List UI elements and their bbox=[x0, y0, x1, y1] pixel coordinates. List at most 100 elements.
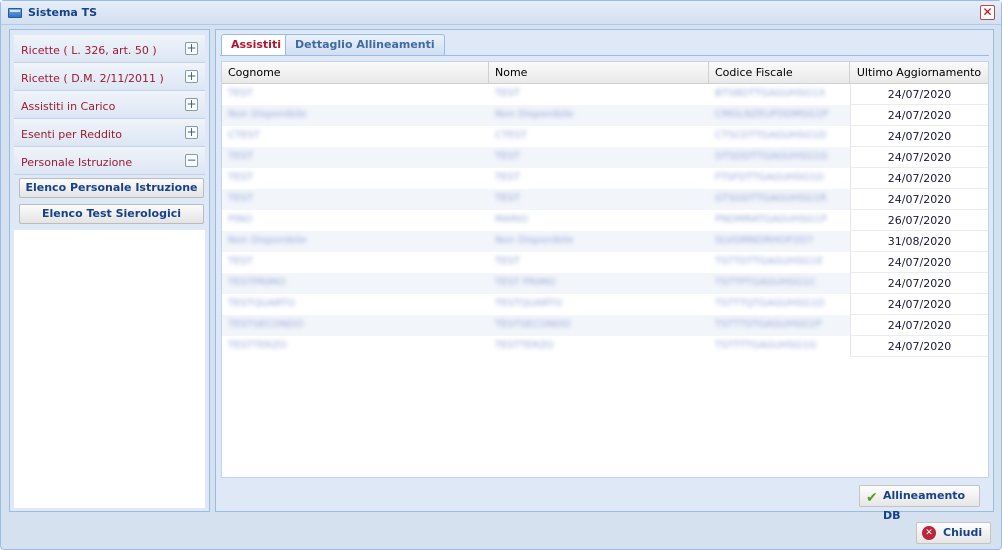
cell-ultimo-aggiornamento: 24/07/2020 bbox=[850, 294, 988, 315]
cell-codice-fiscale: DTSDDTTGAGUHSG1G bbox=[715, 151, 828, 162]
chiudi-button[interactable]: ✕ Chiudi bbox=[916, 522, 991, 544]
table-row[interactable]: TESTQUARTO TESTQUARTO TSTTTQTGAGUHSG1D 24/0… bbox=[222, 294, 988, 315]
close-icon[interactable]: ✕ bbox=[980, 5, 995, 20]
allineamento-db-label: Allineamento DB bbox=[883, 489, 966, 522]
column-header-cognome[interactable]: Cognome bbox=[222, 62, 489, 84]
accordion-item-assistiti-in-carico[interactable]: Assistiti in Carico + bbox=[14, 91, 205, 119]
accordion-label: Esenti per Reddito bbox=[21, 128, 123, 141]
cell-codice-fiscale: GTSGDTTGAGUHSG1R bbox=[715, 193, 827, 204]
allineamento-db-button[interactable]: ✔ Allineamento DB bbox=[859, 485, 980, 522]
cell-cognome: TESTPRIMO bbox=[228, 277, 286, 288]
accordion-item-personale-istruzione[interactable]: Personale Istruzione − bbox=[14, 147, 205, 175]
accordion-item-ricette-dm[interactable]: Ricette ( D.M. 2/11/2011 ) + bbox=[14, 63, 205, 91]
cell-ultimo-aggiornamento: 24/07/2020 bbox=[850, 168, 988, 189]
cell-nome: CTEST bbox=[495, 130, 527, 141]
cell-ultimo-aggiornamento: 24/07/2020 bbox=[850, 126, 988, 147]
cell-nome: MARIO bbox=[495, 214, 529, 225]
minus-icon[interactable]: − bbox=[185, 154, 198, 167]
cell-codice-fiscale: BTSBDTTGAGUHSG1X bbox=[715, 88, 826, 99]
table-row[interactable]: Non Disponibile Non Disponibile SLVGMNDRHO… bbox=[222, 231, 988, 252]
cell-ultimo-aggiornamento: 24/07/2020 bbox=[850, 336, 988, 357]
cell-codice-fiscale: CMGLNZEUFDDMSG1P bbox=[715, 109, 829, 120]
cell-codice-fiscale: FTSFDTTGAGUHSG1D bbox=[715, 172, 824, 183]
cell-cognome: TEST bbox=[228, 88, 253, 99]
cell-cognome: CTEST bbox=[228, 130, 260, 141]
tab-assistiti[interactable]: Assistiti bbox=[221, 34, 291, 56]
cell-cognome: TESTSECONDO bbox=[228, 319, 304, 330]
cell-ultimo-aggiornamento: 24/07/2020 bbox=[850, 315, 988, 336]
accordion-label: Ricette ( D.M. 2/11/2011 ) bbox=[21, 72, 164, 85]
cell-cognome: Non Disponibile bbox=[228, 109, 307, 120]
accordion-label: Ricette ( L. 326, art. 50 ) bbox=[21, 44, 157, 57]
cell-cognome: TESTQUARTO bbox=[228, 298, 296, 309]
window-title: Sistema TS bbox=[28, 6, 98, 19]
tab-dettaglio-allineamenti[interactable]: Dettaglio Allineamenti bbox=[285, 34, 445, 56]
title-bar[interactable]: Sistema TS ✕ bbox=[1, 1, 1001, 25]
table-row[interactable]: Non Disponibile Non Disponibile CMGLNZEUFD… bbox=[222, 105, 988, 126]
table-row[interactable]: PINO MARIO PNDMRATGAGUHSG1P 26/07/2020 bbox=[222, 210, 988, 231]
cell-codice-fiscale: TSTTPTGAGUHSG1C bbox=[715, 277, 817, 288]
cell-nome: TEST bbox=[495, 172, 520, 183]
cancel-icon: ✕ bbox=[922, 526, 936, 540]
table-row[interactable]: TESTSECONDO TESTSECONDO TSTTTSTGAGUHSG1P 24… bbox=[222, 315, 988, 336]
cell-nome: TEST bbox=[495, 151, 520, 162]
cell-ultimo-aggiornamento: 24/07/2020 bbox=[850, 273, 988, 294]
cell-cognome: Non Disponibile bbox=[228, 235, 307, 246]
cell-nome: Non Disponibile bbox=[495, 235, 574, 246]
elenco-personale-istruzione-button[interactable]: Elenco Personale Istruzione bbox=[19, 178, 204, 198]
cell-nome: TESTQUARTO bbox=[495, 298, 563, 309]
cell-codice-fiscale: SLVGMNDRHOP2D7 bbox=[715, 235, 814, 246]
plus-icon[interactable]: + bbox=[185, 126, 198, 139]
cell-ultimo-aggiornamento: 24/07/2020 bbox=[850, 105, 988, 126]
table-row[interactable]: TESTTERZO TESTTERZO TSTTTTGAGUHSG1G 24/07/2… bbox=[222, 336, 988, 357]
cell-ultimo-aggiornamento: 24/07/2020 bbox=[850, 189, 988, 210]
plus-icon[interactable]: + bbox=[185, 42, 198, 55]
cell-codice-fiscale: TSTTTQTGAGUHSG1D bbox=[715, 298, 825, 309]
cell-codice-fiscale: PNDMRATGAGUHSG1P bbox=[715, 214, 828, 225]
table-row[interactable]: TEST TEST DTSDDTTGAGUHSG1G 24/07/2020 bbox=[222, 147, 988, 168]
cell-ultimo-aggiornamento: 24/07/2020 bbox=[850, 252, 988, 273]
cell-nome: TESTTERZO bbox=[495, 340, 554, 351]
accordion-body bbox=[14, 230, 205, 508]
cell-ultimo-aggiornamento: 26/07/2020 bbox=[850, 210, 988, 231]
navigation-accordion: Ricette ( L. 326, art. 50 ) + Ricette ( … bbox=[9, 29, 210, 512]
cell-nome: TEST bbox=[495, 256, 520, 267]
sistema-ts-window: Sistema TS ✕ Ricette ( L. 326, art. 50 )… bbox=[0, 0, 1002, 550]
table-row[interactable]: TEST TEST BTSBDTTGAGUHSG1X 24/07/2020 bbox=[222, 84, 988, 105]
column-header-nome[interactable]: Nome bbox=[489, 62, 709, 84]
cell-nome: TEST bbox=[495, 193, 520, 204]
cell-cognome: PINO bbox=[228, 214, 253, 225]
table-row[interactable]: TEST TEST GTSGDTTGAGUHSG1R 24/07/2020 bbox=[222, 189, 988, 210]
cell-ultimo-aggiornamento: 31/08/2020 bbox=[850, 231, 988, 252]
cell-nome: TEST PRIMO bbox=[495, 277, 556, 288]
plus-icon[interactable]: + bbox=[185, 70, 198, 83]
check-icon: ✔ bbox=[866, 490, 878, 506]
cell-codice-fiscale: TSTTTTGAGUHSG1G bbox=[715, 340, 817, 351]
column-header-ultimo-aggiornamento[interactable]: Ultimo Aggiornamento bbox=[850, 62, 988, 84]
grid-rows: TEST TEST BTSBDTTGAGUHSG1X 24/07/2020 Non D… bbox=[222, 84, 988, 357]
accordion-label: Assistiti in Carico bbox=[21, 100, 116, 113]
elenco-test-sierologici-button[interactable]: Elenco Test Sierologici bbox=[19, 204, 204, 224]
assistiti-grid: Cognome Nome Codice Fiscale Ultimo Aggio… bbox=[221, 61, 989, 478]
main-panel: Assistiti Dettaglio Allineamenti Cognome… bbox=[215, 29, 994, 522]
table-row[interactable]: TEST TEST TSTTDTTGAGUHSG1E 24/07/2020 bbox=[222, 252, 988, 273]
accordion-item-ricette-l326[interactable]: Ricette ( L. 326, art. 50 ) + bbox=[14, 35, 205, 63]
column-header-codice-fiscale[interactable]: Codice Fiscale bbox=[709, 62, 850, 84]
cell-codice-fiscale: CTSCDTTGAGUHSG1D bbox=[715, 130, 827, 141]
chiudi-label: Chiudi bbox=[943, 526, 983, 539]
plus-icon[interactable]: + bbox=[185, 98, 198, 111]
cell-ultimo-aggiornamento: 24/07/2020 bbox=[850, 84, 988, 105]
cell-cognome: TEST bbox=[228, 193, 253, 204]
cell-codice-fiscale: TSTTDTTGAGUHSG1E bbox=[715, 256, 824, 267]
window-icon bbox=[8, 8, 22, 18]
table-row[interactable]: TEST TEST FTSFDTTGAGUHSG1D 24/07/2020 bbox=[222, 168, 988, 189]
cell-cognome: TEST bbox=[228, 151, 253, 162]
accordion-item-esenti-per-reddito[interactable]: Esenti per Reddito + bbox=[14, 119, 205, 147]
cell-cognome: TEST bbox=[228, 172, 253, 183]
cell-ultimo-aggiornamento: 24/07/2020 bbox=[850, 147, 988, 168]
grid-header: Cognome Nome Codice Fiscale Ultimo Aggio… bbox=[222, 62, 988, 84]
cell-cognome: TEST bbox=[228, 256, 253, 267]
cell-codice-fiscale: TSTTTSTGAGUHSG1P bbox=[715, 319, 822, 330]
table-row[interactable]: CTEST CTEST CTSCDTTGAGUHSG1D 24/07/2020 bbox=[222, 126, 988, 147]
table-row[interactable]: TESTPRIMO TEST PRIMO TSTTPTGAGUHSG1C 24/07/… bbox=[222, 273, 988, 294]
